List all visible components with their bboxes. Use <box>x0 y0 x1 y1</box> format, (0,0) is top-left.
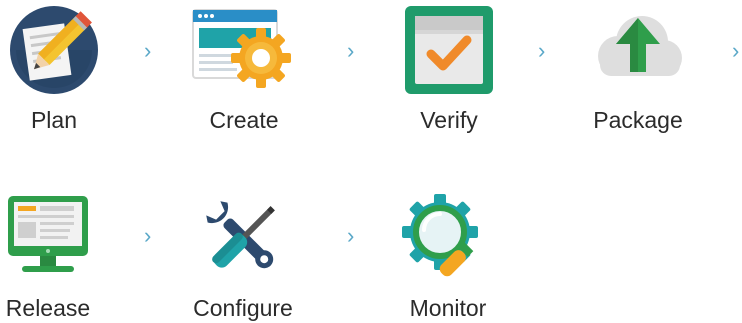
stage-label: Release <box>5 295 91 321</box>
chevron-right-icon: › <box>347 38 355 63</box>
chevron-right-icon: › <box>732 38 740 63</box>
stage-label: Package <box>593 107 683 133</box>
stage-label: Monitor <box>409 295 487 321</box>
configure-tools-icon <box>197 190 289 286</box>
stage-label: Verify <box>420 107 478 133</box>
plan-pencil-document-icon <box>8 2 100 98</box>
chevron-right-icon: › <box>538 38 546 63</box>
stage-plan: Plan <box>0 2 114 134</box>
stage-label: Plan <box>30 107 78 133</box>
chevron-right-icon: › <box>144 223 152 248</box>
verify-checkmark-icon <box>403 2 495 98</box>
chevron-right-icon: › <box>144 38 152 63</box>
stage-monitor: Monitor <box>388 190 508 322</box>
stage-configure: Configure <box>183 190 303 322</box>
stage-release: Release <box>0 190 108 322</box>
stage-package: Package <box>578 2 698 134</box>
chevron-right-icon: › <box>347 223 355 248</box>
package-cloud-upload-icon <box>588 2 688 98</box>
monitor-magnifier-gear-icon <box>400 190 496 286</box>
create-window-gear-icon <box>189 2 299 98</box>
stage-label: Create <box>209 107 279 133</box>
stage-verify: Verify <box>389 2 509 134</box>
stage-create: Create <box>184 2 304 134</box>
stage-label: Configure <box>193 295 293 321</box>
release-monitor-icon <box>0 190 98 286</box>
